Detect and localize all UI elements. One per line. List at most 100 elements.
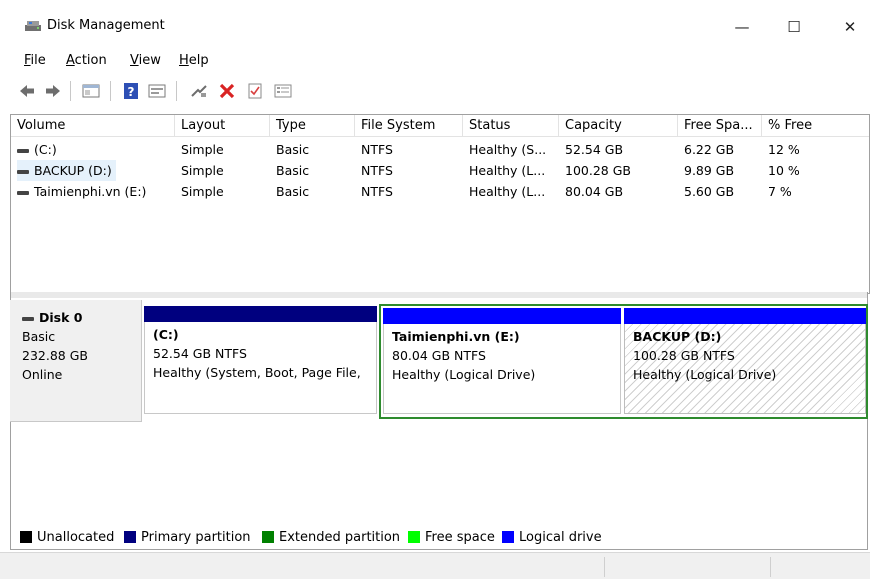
legend-free-space: Free space (408, 528, 495, 548)
properties-icon[interactable] (148, 82, 166, 100)
column-header-percent-free[interactable]: % Free (762, 115, 869, 137)
capacity-cell: 80.04 GB (565, 184, 624, 199)
disk-icon (22, 316, 34, 321)
menu-action-label: ction (74, 53, 107, 68)
status-cell: Healthy (S... (469, 142, 547, 157)
disk-0-info[interactable]: Disk 0 Basic 232.88 GB Online (10, 300, 142, 422)
disk-name: Disk 0 (22, 308, 141, 327)
partition-status: Healthy (Logical Drive) (633, 367, 777, 382)
percent-free-cell: 7 % (768, 184, 792, 199)
legend-label: Unallocated (37, 530, 115, 545)
check-icon[interactable] (246, 82, 264, 100)
legend-primary-partition: Primary partition (124, 528, 251, 548)
table-row[interactable]: Taimienphi.vn (E:) Simple Basic NTFS Hea… (11, 181, 869, 202)
volume-list[interactable]: Volume Layout Type File System Status Ca… (10, 114, 870, 294)
partition-d-logical-bar (624, 308, 866, 324)
file-system-cell: NTFS (361, 163, 393, 178)
partition-c-primary-bar (144, 306, 377, 322)
type-cell: Basic (276, 163, 310, 178)
partition-c[interactable]: (C:) 52.54 GB NTFS Healthy (System, Boot… (144, 306, 377, 414)
column-header-volume[interactable]: Volume (11, 115, 175, 137)
help-icon[interactable]: ? (122, 82, 140, 100)
list-view-icon[interactable] (274, 82, 292, 100)
free-space-cell: 6.22 GB (684, 142, 735, 157)
partition-size-fs: 52.54 GB NTFS (153, 346, 247, 361)
menu-action[interactable]: Action (66, 53, 107, 68)
console-tree-icon[interactable] (82, 82, 100, 100)
toolbar-separator (176, 81, 177, 101)
layout-cell: Simple (181, 142, 224, 157)
legend-swatch (262, 531, 274, 543)
connect-icon[interactable] (190, 82, 208, 100)
volume-cell: Taimienphi.vn (E:) (11, 181, 175, 202)
back-arrow-icon[interactable] (18, 82, 36, 100)
menu-view-label: iew (138, 53, 161, 68)
disk-status: Online (22, 367, 63, 382)
column-header-free-space[interactable]: Free Spa... (678, 115, 762, 137)
menu-file[interactable]: File (24, 53, 46, 68)
toolbar: ? (0, 78, 870, 106)
menu-view-accel: V (130, 53, 139, 68)
status-bar (0, 552, 870, 579)
partition-d[interactable]: BACKUP (D:) 100.28 GB NTFS Healthy (Logi… (624, 308, 866, 414)
delete-icon[interactable] (218, 82, 236, 100)
partition-e[interactable]: Taimienphi.vn (E:) 80.04 GB NTFS Healthy… (383, 308, 621, 414)
menu-view[interactable]: View (130, 53, 161, 68)
volume-selection: BACKUP (D:) (17, 160, 116, 181)
legend-unallocated: Unallocated (20, 528, 114, 548)
legend-swatch (502, 531, 514, 543)
legend-label: Primary partition (141, 530, 251, 545)
volume-name: BACKUP (D:) (34, 163, 112, 178)
menu-help-label: elp (188, 53, 209, 68)
capacity-cell: 52.54 GB (565, 142, 624, 157)
legend-label: Logical drive (519, 530, 602, 545)
maximize-button[interactable]: ☐ (774, 12, 814, 42)
partition-size-fs: 80.04 GB NTFS (392, 348, 486, 363)
forward-arrow-icon[interactable] (44, 82, 62, 100)
layout-cell: Simple (181, 163, 224, 178)
percent-free-cell: 10 % (768, 163, 800, 178)
close-button[interactable]: ✕ (830, 12, 870, 42)
menu-help-accel: H (179, 53, 189, 68)
status-cell: Healthy (L... (469, 184, 546, 199)
partition-status: Healthy (Logical Drive) (392, 367, 536, 382)
column-header-layout[interactable]: Layout (175, 115, 270, 137)
menu-help[interactable]: Help (179, 53, 209, 68)
menu-action-accel: A (66, 53, 75, 68)
disk-management-icon (25, 21, 41, 31)
window-title: Disk Management (47, 18, 165, 33)
partition-d-box-selected: BACKUP (D:) 100.28 GB NTFS Healthy (Logi… (624, 324, 866, 414)
partition-name: (C:) (153, 327, 179, 342)
volume-icon (17, 169, 29, 174)
table-row[interactable]: (C:) Simple Basic NTFS Healthy (S... 52.… (11, 139, 869, 160)
file-system-cell: NTFS (361, 142, 393, 157)
free-space-cell: 5.60 GB (684, 184, 735, 199)
minimize-button[interactable]: — (722, 12, 762, 42)
legend-swatch (408, 531, 420, 543)
legend-logical-drive: Logical drive (502, 528, 602, 548)
legend-label: Free space (425, 530, 495, 545)
legend-swatch (124, 531, 136, 543)
menu-bar: File Action View Help (0, 48, 870, 74)
type-cell: Basic (276, 184, 310, 199)
toolbar-separator (70, 81, 71, 101)
disk-type: Basic (22, 329, 56, 344)
status-separator (604, 557, 605, 577)
volume-name: Taimienphi.vn (E:) (34, 184, 147, 199)
legend-extended-partition: Extended partition (262, 528, 400, 548)
column-header-status[interactable]: Status (463, 115, 559, 137)
column-header-capacity[interactable]: Capacity (559, 115, 678, 137)
capacity-cell: 100.28 GB (565, 163, 631, 178)
free-space-cell: 9.89 GB (684, 163, 735, 178)
column-header-file-system[interactable]: File System (355, 115, 463, 137)
partition-c-box: (C:) 52.54 GB NTFS Healthy (System, Boot… (144, 322, 377, 414)
status-separator (770, 557, 771, 577)
volume-icon (17, 190, 29, 195)
volume-name: (C:) (34, 142, 57, 157)
legend-swatch (20, 531, 32, 543)
file-system-cell: NTFS (361, 184, 393, 199)
table-row[interactable]: BACKUP (D:) Simple Basic NTFS Healthy (L… (11, 160, 869, 181)
column-header-type[interactable]: Type (270, 115, 355, 137)
toolbar-separator (110, 81, 111, 101)
volume-cell: (C:) (11, 139, 175, 160)
